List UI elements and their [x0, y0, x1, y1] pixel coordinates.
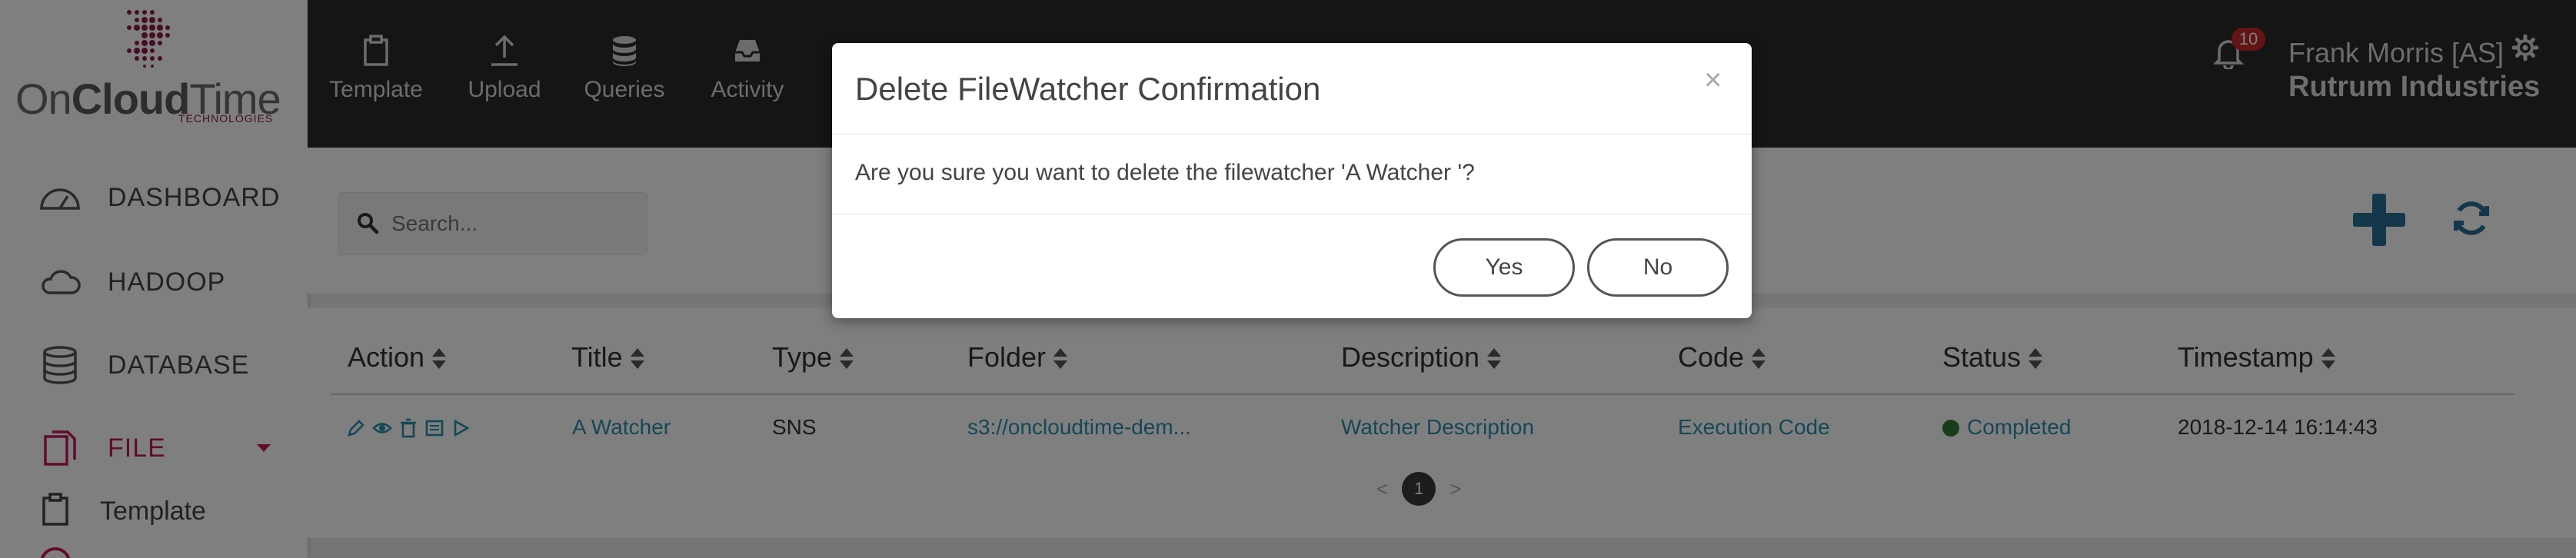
no-button[interactable]: No [1587, 238, 1729, 297]
dialog-title: Delete FileWatcher Confirmation [855, 71, 1321, 107]
dialog-divider [832, 134, 1752, 135]
delete-confirmation-dialog: Delete FileWatcher Confirmation × Are yo… [832, 43, 1752, 318]
dialog-message: Are you sure you want to delete the file… [855, 160, 1475, 185]
close-icon[interactable]: × [1704, 65, 1722, 95]
yes-button[interactable]: Yes [1433, 238, 1575, 297]
